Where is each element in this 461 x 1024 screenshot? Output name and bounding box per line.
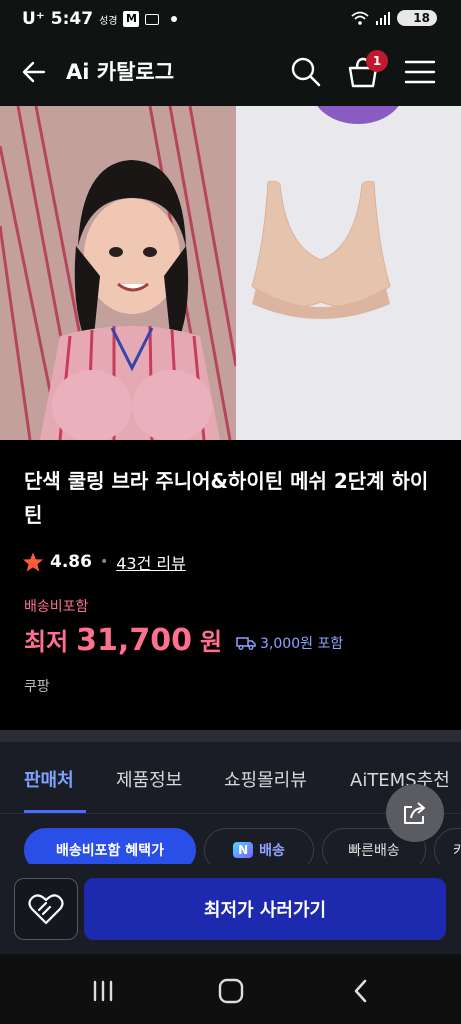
app-header: Ai 카탈로그 [0, 40, 461, 106]
status-small-label: 성경 [99, 15, 118, 27]
active-tab-indicator [24, 810, 86, 813]
bottom-action-bar: 최저가 사러가기 [0, 864, 461, 954]
battery-icon: 18 [397, 10, 437, 26]
section-divider [0, 730, 461, 742]
price-prefix: 최저 [24, 628, 69, 656]
status-time: 5:47 [50, 9, 94, 29]
mail-icon: M [123, 11, 140, 27]
tab-product-info[interactable]: 제품정보 [116, 766, 182, 792]
status-right: 18 [351, 10, 437, 26]
review-link[interactable]: 43건 리뷰 [116, 550, 186, 574]
seller-name[interactable]: 쿠팡 [24, 676, 50, 696]
search-icon[interactable] [290, 56, 322, 88]
cart-count-badge: 1 [366, 50, 388, 72]
shipping-included-label: 배송비포함 [24, 599, 89, 615]
chip-shipping-included-price[interactable]: 배송비포함 혜택가 [24, 828, 196, 864]
truck-icon [236, 637, 256, 650]
tab-mall-reviews[interactable]: 쇼핑몰리뷰 [224, 766, 307, 792]
recent-apps-icon[interactable] [88, 976, 118, 1006]
share-icon [404, 802, 425, 824]
delivery-fee-note: 3,000원 포함 [236, 633, 343, 653]
chip-more[interactable]: 카 [434, 828, 461, 864]
star-icon [22, 552, 44, 572]
rating-value: 4.86 [50, 552, 92, 572]
n-delivery-icon: N [233, 842, 254, 858]
product-image[interactable] [0, 106, 461, 440]
status-bar: U⁺ 5:47 성경 M 18 [0, 0, 461, 40]
purple-decoration [312, 106, 404, 124]
back-arrow-icon[interactable] [20, 58, 48, 86]
nav-back-icon[interactable] [346, 976, 376, 1006]
n-delivery-label: 배송 [259, 843, 285, 859]
carrier-label: U⁺ [22, 9, 45, 29]
home-icon[interactable] [216, 976, 246, 1006]
rating-separator: • [99, 554, 109, 570]
rating-row: 4.86 • 43건 리뷰 [22, 550, 186, 574]
model-illustration [0, 106, 238, 440]
price-unit: 원 [199, 628, 223, 656]
status-left: U⁺ 5:47 성경 M [22, 9, 178, 29]
chip-n-delivery[interactable]: N 배송 [204, 828, 314, 864]
dot-icon [171, 16, 178, 22]
price-value: 31,700 [76, 623, 192, 658]
system-nav-bar [0, 954, 461, 1024]
menu-icon[interactable] [404, 58, 436, 86]
buy-lowest-price-button[interactable]: 최저가 사러가기 [84, 878, 446, 940]
signal-icon [376, 12, 391, 25]
delivery-fee-text: 3,000원 포함 [260, 636, 344, 652]
product-title: 단색 쿨링 브라 주니어&하이틴 메쉬 2단계 하이틴 [24, 469, 429, 527]
product-info: 단색 쿨링 브라 주니어&하이틴 메쉬 2단계 하이틴 4.86 • 43건 리… [0, 440, 461, 730]
tab-sellers[interactable]: 판매처 [24, 766, 74, 792]
notification-icon [145, 13, 160, 25]
bra-illustration [251, 180, 391, 319]
page-title: Ai 카탈로그 [66, 60, 175, 84]
share-button[interactable] [386, 784, 444, 842]
model-photo [0, 106, 238, 440]
wifi-icon [351, 11, 369, 25]
heart-icon [28, 894, 64, 925]
price-row: 최저 31,700 원 3,000원 포함 [24, 622, 343, 658]
wishlist-button[interactable] [14, 878, 78, 940]
